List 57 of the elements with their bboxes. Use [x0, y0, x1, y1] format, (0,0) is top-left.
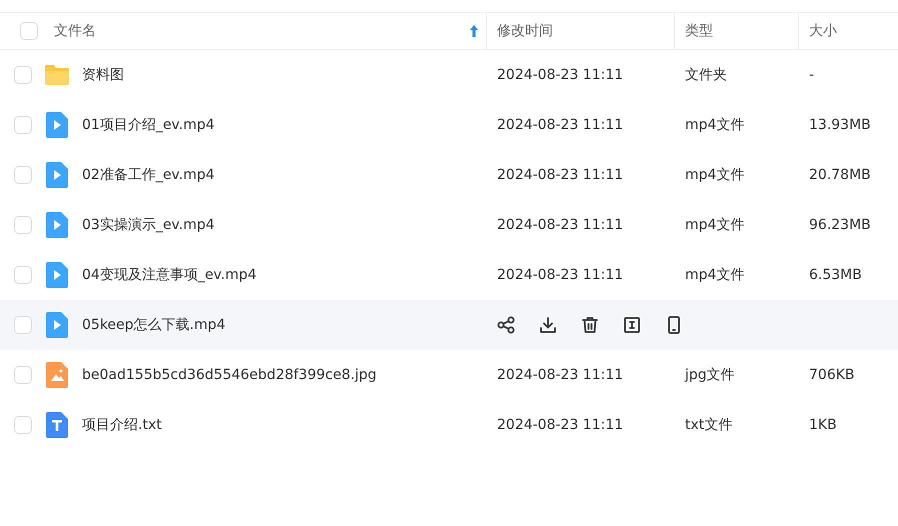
folder-icon — [44, 64, 70, 86]
file-size: 96.23MB — [809, 217, 871, 233]
file-size: 20.78MB — [809, 167, 871, 183]
file-size: 6.53MB — [809, 267, 862, 283]
file-name[interactable]: 01项目介绍_ev.mp4 — [82, 116, 215, 134]
delete-icon[interactable] — [581, 316, 599, 334]
column-header[interactable]: 大小 — [809, 22, 837, 40]
phone-icon[interactable] — [665, 316, 683, 334]
rename-icon[interactable] — [623, 316, 641, 334]
modified-time: 2024-08-23 11:11 — [497, 117, 624, 133]
file-name[interactable]: 03实操演示_ev.mp4 — [82, 216, 215, 234]
file-type: txt文件 — [685, 416, 732, 434]
table-row[interactable]: 05keep怎么下载.mp4 — [0, 300, 898, 350]
file-name[interactable]: 05keep怎么下载.mp4 — [82, 316, 226, 334]
modified-time: 2024-08-23 11:11 — [497, 267, 624, 283]
file-type: 文件夹 — [685, 66, 727, 84]
row-checkbox[interactable] — [14, 216, 32, 234]
text-file-icon — [45, 412, 69, 438]
file-name[interactable]: 资料图 — [82, 66, 124, 84]
file-size: 706KB — [809, 367, 855, 383]
sort-arrow-icon[interactable] — [470, 25, 478, 37]
file-size: 1KB — [809, 417, 837, 433]
file-type: mp4文件 — [685, 166, 744, 184]
file-name[interactable]: be0ad155b5cd36d5546ebd28f399ce8.jpg — [82, 367, 376, 383]
file-name[interactable]: 项目介绍.txt — [82, 416, 162, 434]
modified-time: 2024-08-23 11:11 — [497, 67, 624, 83]
column-header[interactable]: 修改时间 — [497, 22, 553, 40]
video-file-icon — [45, 112, 69, 138]
modified-time: 2024-08-23 11:11 — [497, 217, 624, 233]
file-type: mp4文件 — [685, 266, 744, 284]
file-size: 13.93MB — [809, 117, 871, 133]
select-all-checkbox[interactable] — [20, 22, 38, 40]
row-checkbox[interactable] — [14, 316, 32, 334]
file-name[interactable]: 02准备工作_ev.mp4 — [82, 166, 215, 184]
row-checkbox[interactable] — [14, 366, 32, 384]
row-checkbox[interactable] — [14, 66, 32, 84]
modified-time: 2024-08-23 11:11 — [497, 367, 624, 383]
video-file-icon — [45, 212, 69, 238]
row-checkbox[interactable] — [14, 416, 32, 434]
row-checkbox[interactable] — [14, 116, 32, 134]
share-icon[interactable] — [497, 316, 515, 334]
video-file-icon — [45, 162, 69, 188]
modified-time: 2024-08-23 11:11 — [497, 167, 624, 183]
video-file-icon — [45, 262, 69, 288]
file-size: - — [809, 67, 814, 83]
modified-time: 2024-08-23 11:11 — [497, 417, 624, 433]
file-type: mp4文件 — [685, 116, 744, 134]
row-checkbox[interactable] — [14, 266, 32, 284]
file-type: jpg文件 — [685, 366, 735, 384]
file-type: mp4文件 — [685, 216, 744, 234]
image-file-icon — [45, 362, 69, 388]
row-checkbox[interactable] — [14, 166, 32, 184]
column-header[interactable]: 文件名 — [54, 22, 454, 40]
column-header[interactable]: 类型 — [685, 22, 713, 40]
video-file-icon — [45, 312, 69, 338]
file-name[interactable]: 04变现及注意事项_ev.mp4 — [82, 266, 257, 284]
download-icon[interactable] — [539, 316, 557, 334]
